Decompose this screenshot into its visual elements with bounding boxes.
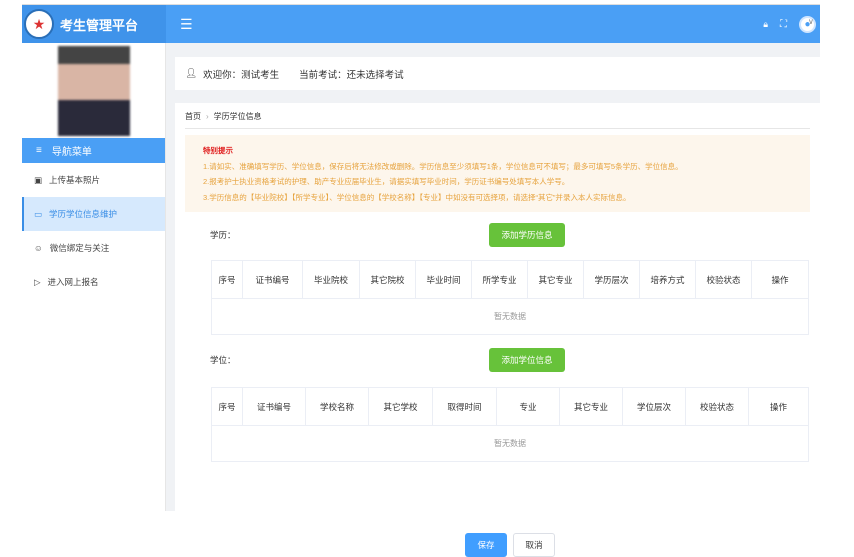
column-header: 操作 xyxy=(751,260,809,299)
column-header: 证书编号 xyxy=(242,260,303,299)
notice-box: 特别提示 1.请如实、准确填写学历、学位信息，保存后将无法修改或删除。学历信息至… xyxy=(185,135,810,212)
main-area: 👤︎ 欢迎你：测试考生 当前考试： 还未选择考试 首页 › 学历学位信息 特别提示 1… xyxy=(166,43,820,557)
notice-line: 1.请如实、准确填写学历、学位信息，保存后将无法修改或删除。学历信息至少须填写1… xyxy=(203,161,683,171)
profile-photo xyxy=(22,43,165,136)
column-header: 证书编号 xyxy=(242,387,306,426)
column-header: 学历层次 xyxy=(583,260,640,299)
column-header: 所学专业 xyxy=(471,260,528,299)
book-icon: ▭ xyxy=(34,208,43,219)
column-header: 培养方式 xyxy=(639,260,696,299)
chevron-down-icon[interactable]: ∨ xyxy=(808,17,814,26)
logo-area: ★ 考生管理平台 xyxy=(22,5,166,43)
image-icon: ▣ xyxy=(34,174,43,185)
column-header: 取得时间 xyxy=(432,387,497,426)
send-icon: ▷ xyxy=(34,276,41,287)
column-header: 毕业时间 xyxy=(415,260,472,299)
sidebar-item-online-registration[interactable]: ▷ 进入网上报名 xyxy=(22,265,165,299)
welcome-text: 欢迎你：测试考生 xyxy=(203,69,280,81)
empty-data-text: 暂无数据 xyxy=(211,298,809,335)
logo-emblem-icon: ★ xyxy=(24,9,54,39)
add-education-button[interactable]: 添加学历信息 xyxy=(489,223,565,247)
cancel-button[interactable]: 取消 xyxy=(513,533,555,557)
degree-table: 序号 证书编号 学校名称 其它学校 取得时间 专业 其它专业 学位层次 校验状态 操作 暂无数据 xyxy=(211,387,809,462)
sidebar-item-label: 上传基本照片 xyxy=(49,175,101,185)
current-exam-value: 还未选择考试 xyxy=(346,69,404,81)
breadcrumb: 首页 › 学历学位信息 xyxy=(185,112,262,121)
welcome-bar: 👤︎ 欢迎你：测试考生 当前考试： 还未选择考试 xyxy=(175,57,820,90)
column-header: 其它院校 xyxy=(359,260,416,299)
wechat-icon: ☺ xyxy=(34,243,43,253)
column-header: 操作 xyxy=(748,387,809,426)
breadcrumb-home[interactable]: 首页 xyxy=(185,112,201,121)
education-label: 学历： xyxy=(210,230,236,240)
column-header: 校验状态 xyxy=(695,260,752,299)
current-exam-label: 当前考试： xyxy=(299,69,347,81)
menu-toggle-icon[interactable]: ☰ xyxy=(180,16,193,33)
column-header: 毕业院校 xyxy=(302,260,360,299)
sidebar-item-upload-photo[interactable]: ▣ 上传基本照片 xyxy=(22,163,165,197)
notice-line: 3.学历信息的【毕业院校】【所学专业】、学位信息的【学校名称】【专业】中如没有可… xyxy=(203,192,631,202)
breadcrumb-current: 学历学位信息 xyxy=(213,112,262,121)
notice-line: 2.报考护士执业资格考试的护理、助产专业应届毕业生，请据实填写毕业时间，学历证书… xyxy=(203,177,570,186)
save-button[interactable]: 保存 xyxy=(465,533,507,557)
column-header: 其它专业 xyxy=(527,260,584,299)
column-header: 学位层次 xyxy=(622,387,686,426)
app-title: 考生管理平台 xyxy=(60,17,139,33)
column-header: 学校名称 xyxy=(305,387,369,426)
add-degree-button[interactable]: 添加学位信息 xyxy=(489,348,565,372)
sidebar-item-education-info[interactable]: ▭ 学历学位信息维护 xyxy=(22,197,165,231)
fullscreen-icon[interactable]: ⛶ xyxy=(780,19,787,30)
sidebar-item-label: 进入网上报名 xyxy=(47,277,99,287)
education-table: 序号 证书编号 毕业院校 其它院校 毕业时间 所学专业 其它专业 学历层次 培养方式 校验状态 操作… xyxy=(211,260,809,335)
notice-title: 特别提示 xyxy=(203,146,233,155)
sidebar: ≡ 导航菜单 ▣ 上传基本照片 ▭ 学历学位信息维护 ☺ 微信绑定与关注 ▷ 进入网上报名 xyxy=(22,43,166,511)
column-header: 其它专业 xyxy=(559,387,623,426)
sidebar-item-wechat[interactable]: ☺ 微信绑定与关注 xyxy=(22,231,165,265)
sidebar-item-label: 学历学位信息维护 xyxy=(49,209,118,219)
lock-icon[interactable]: 🔒︎ xyxy=(763,19,768,30)
column-header: 其它学校 xyxy=(368,387,433,426)
column-header: 专业 xyxy=(496,387,560,426)
empty-data-text: 暂无数据 xyxy=(211,425,809,462)
menu-icon: ≡ xyxy=(36,145,42,156)
user-icon: 👤︎ xyxy=(185,68,198,79)
degree-label: 学位： xyxy=(210,355,236,365)
nav-title: 导航菜单 xyxy=(51,147,92,158)
column-header: 序号 xyxy=(211,260,243,299)
header: ★ 考生管理平台 ☰ 🔒︎ ⛶ ● xyxy=(22,5,820,43)
nav-menu-header: ≡ 导航菜单 xyxy=(22,138,165,163)
column-header: 校验状态 xyxy=(685,387,749,426)
content-card: 首页 › 学历学位信息 特别提示 1.请如实、准确填写学历、学位信息，保存后将无法修… xyxy=(175,103,820,557)
column-header: 序号 xyxy=(211,387,243,426)
sidebar-item-label: 微信绑定与关注 xyxy=(49,243,110,253)
